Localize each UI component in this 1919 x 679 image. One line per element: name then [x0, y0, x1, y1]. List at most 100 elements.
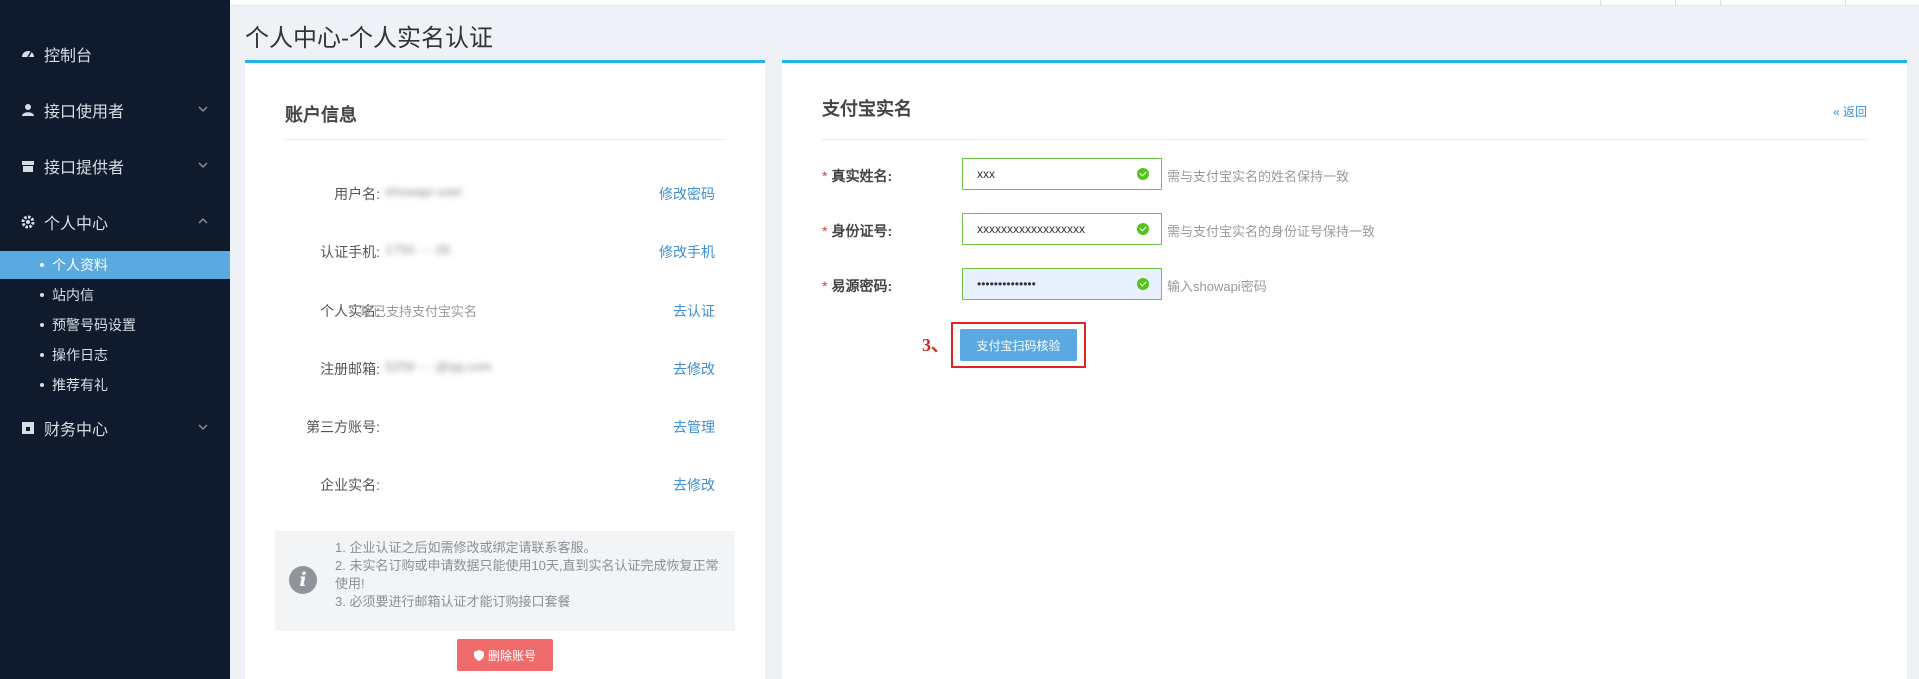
info-row-real-name: 个人实名: 现已支持支付宝实名 去认证 [245, 298, 765, 322]
field-label-text: 真实姓名: [831, 168, 893, 184]
toolbar-divider [1600, 0, 1601, 6]
toolbar-divider [1720, 0, 1721, 6]
check-circle-icon [1137, 168, 1149, 180]
id-number-input[interactable]: xxxxxxxxxxxxxxxxxx [962, 213, 1162, 245]
info-row-third-party: 第三方账号: 去管理 [245, 414, 765, 438]
divider [822, 139, 1867, 140]
sidebar-item-label: 个人中心 [44, 216, 109, 233]
real-name-value: 现已支持支付宝实名 [360, 304, 478, 319]
top-toolbar [230, 0, 1919, 6]
verify-link[interactable]: 去认证 [673, 301, 715, 321]
username-value: showapi·user [385, 184, 463, 199]
sidebar: 控制台 接口使用者 接口提供者 个人中心 个人资料 站内信 预警号码设置 操作日… [0, 0, 230, 679]
form-row-id-number: * 身份证号: xxxxxxxxxxxxxxxxxx 需与支付宝实名的身份证号保持… [782, 213, 1907, 245]
sidebar-item-dashboard[interactable]: 控制台 [0, 34, 230, 74]
real-name-label: * 真实姓名: [822, 166, 892, 186]
change-enterprise-link[interactable]: 去修改 [673, 475, 715, 495]
email-value: 5259·····@qq.com [385, 359, 492, 374]
info-icon: i [289, 566, 317, 594]
password-label: * 易源密码: [822, 276, 892, 296]
bullet-icon [40, 323, 44, 327]
page-title: 个人中心-个人实名认证 [245, 25, 493, 52]
real-name-hint: 需与支付宝实名的姓名保持一致 [1167, 169, 1350, 184]
check-circle-icon [1137, 278, 1149, 290]
change-phone-link[interactable]: 修改手机 [659, 242, 715, 262]
bullet-icon [40, 383, 44, 387]
sidebar-item-personal-center[interactable]: 个人中心 [0, 202, 230, 242]
required-mark: * [822, 168, 828, 184]
store-icon [20, 158, 36, 174]
sidebar-sub-item-referral[interactable]: 推荐有礼 [0, 371, 230, 399]
sidebar-item-label: 控制台 [44, 48, 93, 65]
manage-accounts-link[interactable]: 去管理 [673, 417, 715, 437]
user-icon [20, 102, 36, 118]
sidebar-sub-item-label: 操作日志 [52, 347, 108, 363]
bullet-icon [40, 263, 44, 267]
check-circle-icon [1137, 223, 1149, 235]
field-label-text: 身份证号: [831, 223, 893, 239]
password-hint: 输入showapi密码 [1167, 279, 1267, 294]
info-row-enterprise: 企业实名: 去修改 [245, 472, 765, 496]
info-label: 第三方账号: [306, 419, 380, 435]
id-number-hint: 需与支付宝实名的身份证号保持一致 [1167, 224, 1376, 239]
sidebar-item-api-users[interactable]: 接口使用者 [0, 90, 230, 130]
info-label: 注册邮箱: [320, 361, 380, 377]
sidebar-sub-item-label: 个人资料 [52, 257, 108, 273]
info-row-email: 注册邮箱: 5259·····@qq.com 去修改 [245, 356, 765, 380]
info-label: 企业实名: [320, 477, 380, 493]
sidebar-sub-item-operation-log[interactable]: 操作日志 [0, 341, 230, 369]
sidebar-sub-item-label: 推荐有礼 [52, 377, 108, 393]
notice-box: i 1. 企业认证之后如需修改或绑定请联系客服。 2. 未实名订购或申请数据只能… [275, 531, 735, 631]
account-info-panel: 账户信息 用户名: showapi·user 修改密码 认证手机: 1750··… [245, 60, 765, 679]
delete-account-button[interactable]: 删除账号 [457, 639, 553, 671]
info-row-username: 用户名: showapi·user 修改密码 [245, 181, 765, 205]
password-input[interactable]: •••••••••••••• [962, 268, 1162, 300]
real-name-input[interactable]: xxx [962, 158, 1162, 190]
change-password-link[interactable]: 修改密码 [659, 184, 715, 204]
sidebar-item-api-providers[interactable]: 接口提供者 [0, 146, 230, 186]
sidebar-sub-item-profile[interactable]: 个人资料 [0, 251, 230, 279]
toolbar-divider [1675, 0, 1676, 6]
wallet-icon [20, 420, 36, 436]
sidebar-sub-item-label: 站内信 [52, 287, 94, 303]
back-link[interactable]: « 返回 [1833, 103, 1867, 120]
sidebar-item-finance[interactable]: 财务中心 [0, 408, 230, 448]
sidebar-item-label: 财务中心 [44, 422, 109, 439]
alipay-heading: 支付宝实名 [822, 99, 912, 119]
toolbar-divider [1845, 0, 1846, 6]
id-number-label: * 身份证号: [822, 221, 892, 241]
shield-icon [473, 649, 484, 661]
step-annotation: 3、 [922, 335, 949, 355]
notice-line: 3. 必须要进行邮箱认证才能订购接口套餐 [335, 594, 571, 609]
account-info-heading: 账户信息 [285, 105, 357, 125]
chevron-up-icon [198, 218, 208, 224]
form-row-password: * 易源密码: •••••••••••••• 输入showapi密码 [782, 268, 1907, 300]
dashboard-icon [20, 46, 36, 62]
phone-value: 1750·····26 [385, 242, 451, 257]
chevron-down-icon [198, 162, 208, 168]
sidebar-sub-item-label: 预警号码设置 [52, 317, 136, 333]
field-label-text: 易源密码: [831, 278, 893, 294]
bullet-icon [40, 293, 44, 297]
delete-account-label: 删除账号 [487, 648, 536, 663]
notice-lines: 1. 企业认证之后如需修改或绑定请联系客服。 2. 未实名订购或申请数据只能使用… [335, 539, 725, 611]
notice-line: 1. 企业认证之后如需修改或绑定请联系客服。 [335, 540, 597, 555]
sidebar-sub-item-inbox[interactable]: 站内信 [0, 281, 230, 309]
divider [285, 139, 725, 140]
form-row-real-name: * 真实姓名: xxx 需与支付宝实名的姓名保持一致 [782, 158, 1907, 190]
sidebar-item-label: 接口提供者 [44, 160, 125, 177]
info-label: 用户名: [334, 186, 380, 202]
alipay-scan-verify-button[interactable]: 支付宝扫码核验 [960, 329, 1077, 361]
bullet-icon [40, 353, 44, 357]
info-row-phone: 认证手机: 1750·····26 修改手机 [245, 239, 765, 263]
required-mark: * [822, 278, 828, 294]
required-mark: * [822, 223, 828, 239]
change-email-link[interactable]: 去修改 [673, 359, 715, 379]
info-label: 认证手机: [320, 244, 380, 260]
alipay-verification-panel: 支付宝实名 « 返回 * 真实姓名: xxx 需与支付宝实名的姓名保持一致 * 身份… [782, 60, 1907, 679]
sidebar-item-label: 接口使用者 [44, 104, 125, 121]
sidebar-sub-item-alert-numbers[interactable]: 预警号码设置 [0, 311, 230, 339]
notice-line: 2. 未实名订购或申请数据只能使用10天,直到实名认证完成恢复正常使用! [335, 558, 719, 591]
chevron-down-icon [198, 424, 208, 430]
gear-icon [20, 214, 36, 230]
